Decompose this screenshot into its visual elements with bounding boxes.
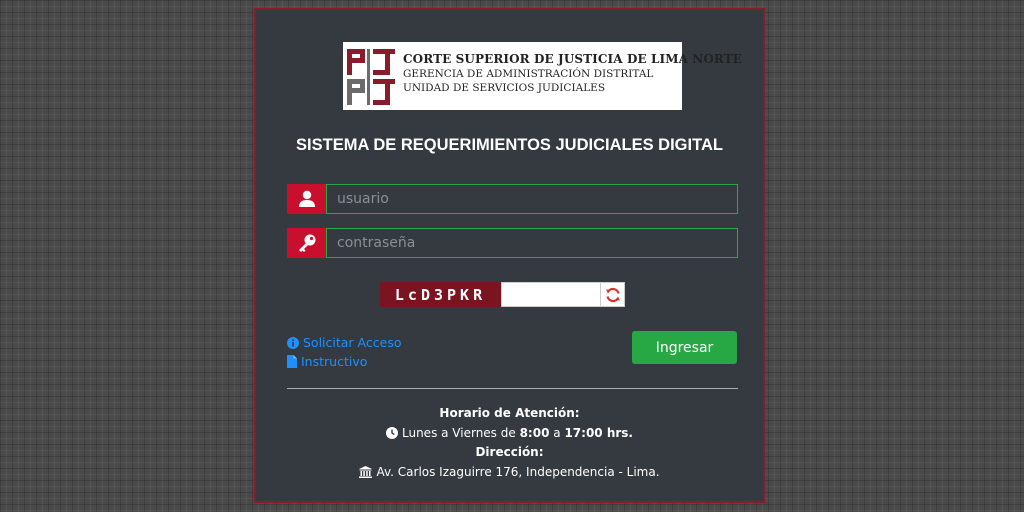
hours-start: 8:00 <box>519 425 550 440</box>
captcha-image: LcD3PKR <box>380 282 501 307</box>
logo-title: CORTE SUPERIOR DE JUSTICIA DE LIMA NORTE <box>403 52 743 66</box>
help-links: Solicitar Acceso Instructivo <box>287 333 401 371</box>
file-icon <box>287 355 297 368</box>
request-access-label: Solicitar Acceso <box>303 335 402 350</box>
user-icon <box>287 184 326 214</box>
pj-logo-icon <box>347 49 395 105</box>
institution-icon <box>359 466 373 479</box>
hours-heading: Horario de Atención: <box>439 406 580 420</box>
hours-row: Lunes a Viernes de 8:00 a 17:00 hrs. <box>256 424 763 444</box>
divider <box>287 388 738 389</box>
captcha-group: LcD3PKR <box>380 282 625 307</box>
address-heading: Dirección: <box>475 445 544 459</box>
password-input[interactable] <box>326 228 738 258</box>
username-input[interactable] <box>326 184 738 214</box>
address-row: Av. Carlos Izaguirre 176, Independencia … <box>256 463 763 483</box>
instructions-link[interactable]: Instructivo <box>287 352 401 371</box>
hours-connector: a <box>553 425 561 440</box>
hours-days: Lunes a Viernes de <box>402 425 516 440</box>
request-access-link[interactable]: Solicitar Acceso <box>287 333 401 352</box>
login-panel: CORTE SUPERIOR DE JUSTICIA DE LIMA NORTE… <box>254 8 765 503</box>
instructions-label: Instructivo <box>301 354 368 369</box>
logo-subtitle-2: UNIDAD DE SERVICIOS JUDICIALES <box>403 82 606 94</box>
logo-subtitle-1: GERENCIA DE ADMINISTRACIÓN DISTRITAL <box>403 68 654 80</box>
captcha-input[interactable] <box>501 282 601 307</box>
hours-end: 17:00 hrs. <box>564 425 633 440</box>
key-icon <box>287 228 326 258</box>
institution-logo: CORTE SUPERIOR DE JUSTICIA DE LIMA NORTE… <box>343 42 742 110</box>
page-title: SISTEMA DE REQUERIMIENTOS JUDICIALES DIG… <box>296 136 723 154</box>
password-group <box>287 228 738 258</box>
login-button[interactable]: Ingresar <box>632 331 737 364</box>
refresh-icon[interactable] <box>601 282 625 307</box>
contact-info: Horario de Atención: Lunes a Viernes de … <box>256 404 763 482</box>
clock-icon <box>386 427 398 440</box>
info-circle-icon <box>287 336 299 349</box>
username-group <box>287 184 738 214</box>
address-text: Av. Carlos Izaguirre 176, Independencia … <box>376 464 660 479</box>
